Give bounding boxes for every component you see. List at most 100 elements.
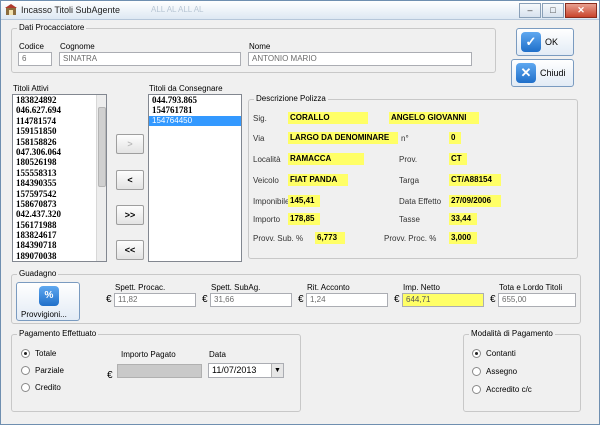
prov-value: CT xyxy=(449,153,467,165)
window-title: Incasso Titoli SubAgente xyxy=(21,5,121,15)
targa-value: CT/A88154 xyxy=(449,174,501,186)
contanti-radio[interactable] xyxy=(472,349,481,358)
accredito-label: Accredito c/c xyxy=(486,385,532,394)
list-item[interactable]: 157597542 xyxy=(13,189,106,199)
list-item[interactable]: 189070038 xyxy=(13,251,106,261)
contanti-label: Contanti xyxy=(486,349,516,358)
tot-lordo-field[interactable]: 655,00 xyxy=(498,293,576,307)
list-item[interactable]: 154764450 xyxy=(149,115,241,127)
rit-acconto-field[interactable]: 1,24 xyxy=(306,293,388,307)
data-picker[interactable]: 11/07/2013 ▼ xyxy=(208,363,284,378)
list-item[interactable]: 046.627.694 xyxy=(13,105,106,115)
importo-pagato-field[interactable] xyxy=(117,364,202,378)
euro-icon: € xyxy=(107,370,113,381)
list-item[interactable]: 158158826 xyxy=(13,137,106,147)
euro-icon: € xyxy=(490,294,496,305)
list-item[interactable]: 154761781 xyxy=(149,105,241,115)
list-item[interactable]: 114781574 xyxy=(13,116,106,126)
close-window-button[interactable]: ✕ xyxy=(565,3,597,18)
tot-lordo-label: Tota e Lordo Titoli xyxy=(499,283,563,292)
parziale-radio[interactable] xyxy=(21,366,30,375)
provv-sub-value: 6,773 xyxy=(315,232,345,244)
tasse-label: Tasse xyxy=(399,215,420,224)
assegno-label: Assegno xyxy=(486,367,518,376)
ok-button[interactable]: ✓ OK xyxy=(516,28,574,56)
accredito-radio[interactable] xyxy=(472,385,481,394)
ok-label: OK xyxy=(545,37,559,47)
chiudi-button[interactable]: ✕ Chiudi xyxy=(511,59,574,87)
sig-nome-value: ANGELO GIOVANNI xyxy=(389,112,479,124)
list-item[interactable]: 155558313 xyxy=(13,168,106,178)
spett-procac-label: Spett. Procac. xyxy=(115,283,166,292)
provvigioni-button[interactable]: % Provvigioni... xyxy=(16,282,80,321)
euro-icon: € xyxy=(394,294,400,305)
list-item[interactable]: 156171988 xyxy=(13,220,106,230)
check-icon: ✓ xyxy=(521,32,541,52)
codice-label: Codice xyxy=(19,42,44,51)
chiudi-label: Chiudi xyxy=(540,68,566,78)
cognome-field[interactable]: SINATRA xyxy=(59,52,241,66)
credito-label: Credito xyxy=(35,383,61,392)
maximize-button[interactable]: □ xyxy=(542,3,564,18)
importo-value: 178,85 xyxy=(288,213,320,225)
provv-sub-label: Provv. Sub. % xyxy=(253,234,304,243)
descrizione-polizza-label: Descrizione Polizza xyxy=(254,94,328,103)
provv-proc-value: 3,000 xyxy=(449,232,477,244)
list-item[interactable]: 042.437.320 xyxy=(13,209,106,219)
percent-icon: % xyxy=(39,286,59,306)
assegno-radio[interactable] xyxy=(472,367,481,376)
spett-subag-field[interactable]: 31,66 xyxy=(210,293,292,307)
list-item[interactable]: 184390718 xyxy=(13,240,106,250)
data-label: Data xyxy=(209,350,226,359)
imponibile-label: Imponibile xyxy=(253,197,290,206)
guadagno-label: Guadagno xyxy=(17,269,59,278)
totale-radio[interactable] xyxy=(21,349,30,358)
list-item[interactable]: 159151850 xyxy=(13,126,106,136)
list-item[interactable]: 183824892 xyxy=(13,95,106,105)
titoli-consegnare-items: 044.793.865 154761781 154764450 xyxy=(149,95,241,127)
via-label: Via xyxy=(253,134,265,143)
nome-label: Nome xyxy=(249,42,271,51)
move-left-button[interactable]: < xyxy=(116,170,144,190)
civico-value: 0 xyxy=(449,132,461,144)
tasse-value: 33,44 xyxy=(449,213,477,225)
list-item[interactable]: 044.793.865 xyxy=(149,95,241,105)
titoli-attivi-list[interactable]: 183824892 046.627.694 114781574 159151850 15… xyxy=(12,94,107,262)
list-item[interactable]: 180526198 xyxy=(13,157,106,167)
targa-label: Targa xyxy=(399,176,420,185)
euro-icon: € xyxy=(106,294,112,305)
titoli-attivi-scrollbar[interactable] xyxy=(96,95,106,261)
importo-label: Importo xyxy=(253,215,281,224)
codice-field[interactable]: 6 xyxy=(18,52,52,66)
list-item[interactable]: 184390355 xyxy=(13,178,106,188)
rit-acconto-label: Rit. Acconto xyxy=(307,283,350,292)
title-bar: Incasso Titoli SubAgente ALL AL ALL AL –… xyxy=(1,1,599,20)
list-item[interactable]: 158670873 xyxy=(13,199,106,209)
chevron-down-icon[interactable]: ▼ xyxy=(271,364,283,377)
move-all-left-button[interactable]: << xyxy=(116,240,144,260)
imp-netto-field[interactable]: 644,71 xyxy=(402,293,484,307)
sig-cognome-value: CORALLO xyxy=(288,112,368,124)
titoli-consegnare-list[interactable]: 044.793.865 154761781 154764450 xyxy=(148,94,242,262)
provvigioni-label: Provvigioni... xyxy=(21,310,67,319)
move-right-button[interactable]: > xyxy=(116,134,144,154)
list-item[interactable]: 047.306.064 xyxy=(13,147,106,157)
euro-icon: € xyxy=(298,294,304,305)
scrollbar-thumb[interactable] xyxy=(98,107,106,187)
minimize-icon: – xyxy=(527,5,533,15)
background-title-text: ALL AL ALL AL xyxy=(151,5,204,14)
titoli-attivi-items: 183824892 046.627.694 114781574 159151850 15… xyxy=(13,95,106,261)
app-icon xyxy=(5,4,17,15)
totale-label: Totale xyxy=(35,349,57,358)
spett-procac-field[interactable]: 11,82 xyxy=(114,293,196,307)
nome-field[interactable]: ANTONIO MARIO xyxy=(248,52,472,66)
move-all-right-button[interactable]: >> xyxy=(116,205,144,225)
prov-label: Prov. xyxy=(399,155,418,164)
via-value: LARGO DA DENOMINARE xyxy=(288,132,398,144)
veicolo-value: FIAT PANDA xyxy=(288,174,348,186)
credito-radio[interactable] xyxy=(21,383,30,392)
list-item[interactable]: 183824617 xyxy=(13,230,106,240)
localita-label: Località xyxy=(253,155,281,164)
imponibile-value: 145,41 xyxy=(288,195,320,207)
minimize-button[interactable]: – xyxy=(519,3,541,18)
